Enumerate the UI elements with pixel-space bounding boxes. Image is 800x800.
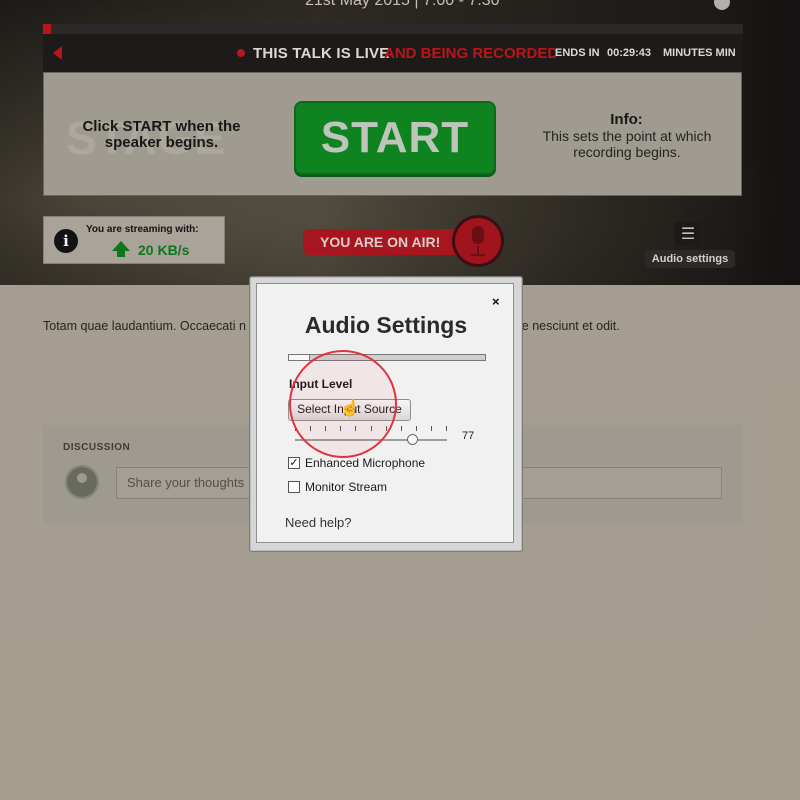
gain-slider-thumb[interactable] (407, 434, 418, 445)
gain-slider-tick (401, 426, 402, 431)
hand-cursor-icon: ☝ (340, 400, 360, 417)
enhanced-microphone-checkbox[interactable]: ✓ (288, 457, 300, 469)
gain-slider-tick (431, 426, 432, 431)
gain-slider-tick (416, 426, 417, 431)
close-icon[interactable]: × (492, 294, 500, 309)
need-help-link[interactable]: Need help? (285, 515, 352, 530)
monitor-stream-label[interactable]: Monitor Stream (305, 480, 387, 494)
input-level-fill (289, 355, 310, 360)
dialog-title: Audio Settings (304, 312, 468, 338)
gain-slider-value: 77 (462, 430, 475, 442)
enhanced-microphone-label[interactable]: Enhanced Microphone (305, 456, 425, 470)
monitor-stream-checkbox[interactable] (288, 481, 300, 493)
gain-slider-tick (446, 426, 447, 431)
